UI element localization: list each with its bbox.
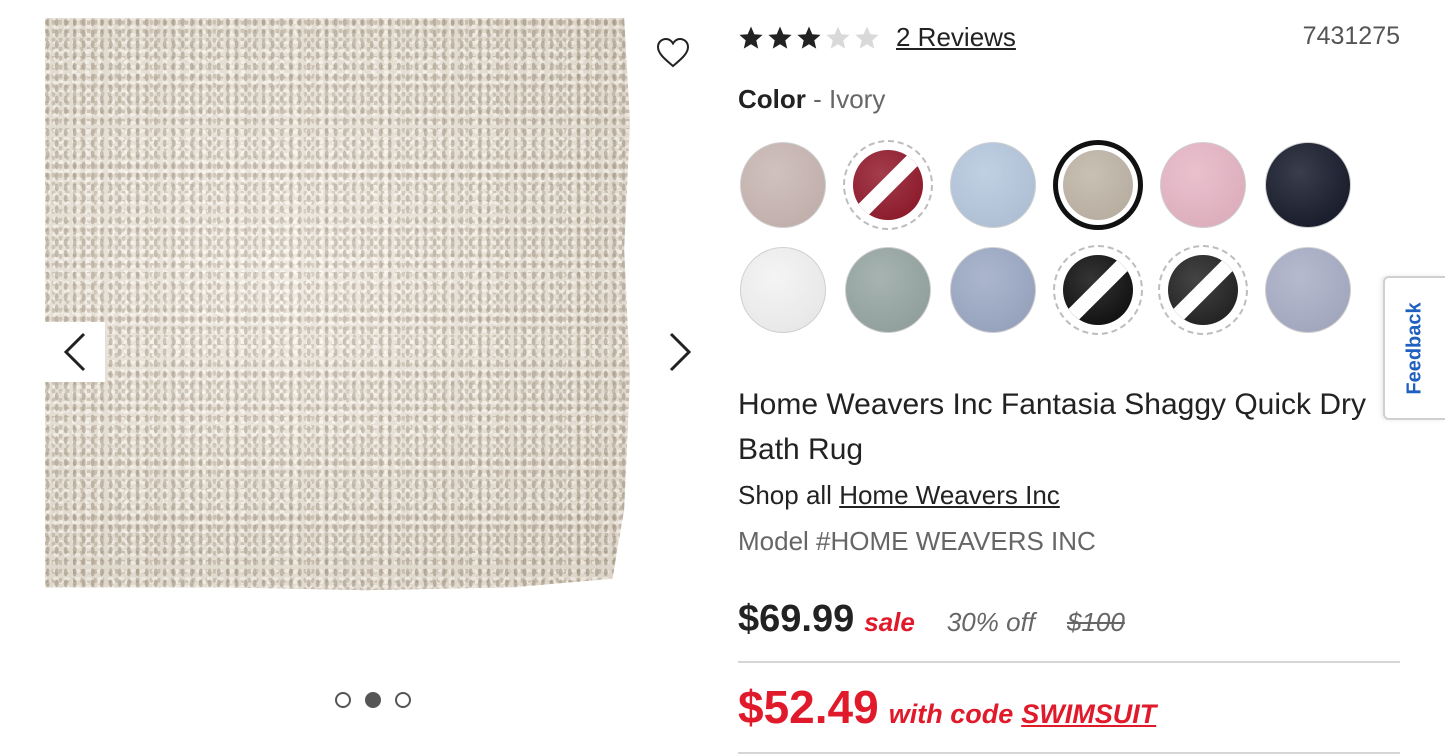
color-swatch[interactable] <box>1053 245 1143 335</box>
sale-label: sale <box>864 607 915 637</box>
feedback-tab[interactable]: Feedback <box>1383 276 1445 420</box>
swatch-color-fill <box>1063 150 1133 220</box>
product-title-container: Home Weavers Inc Fantasia Shaggy Quick D… <box>738 382 1398 474</box>
previous-image-button[interactable] <box>45 322 105 382</box>
divider <box>738 752 1400 754</box>
swatch-color-fill <box>950 247 1036 333</box>
feedback-label: Feedback <box>1403 301 1426 395</box>
color-swatch[interactable] <box>948 140 1038 230</box>
shop-all-brand: Shop all Home Weavers Inc <box>738 480 1060 511</box>
swatch-color-fill <box>1160 142 1246 228</box>
product-title: Home Weavers Inc Fantasia Shaggy Quick D… <box>738 388 1367 466</box>
color-label: Color <box>738 84 806 114</box>
color-swatch[interactable] <box>1263 245 1353 335</box>
pagination-dot[interactable] <box>335 692 351 708</box>
star-filled-icon <box>797 26 821 49</box>
discount-label: 30% off <box>946 607 1036 637</box>
brand-link[interactable]: Home Weavers Inc <box>839 480 1060 510</box>
product-info-panel: 2 Reviews 7431275 Color - Ivory Home Wea… <box>738 0 1400 755</box>
next-image-button[interactable] <box>650 322 710 382</box>
product-sku: 7431275 <box>1302 22 1400 50</box>
promo-text: with code <box>888 699 1014 729</box>
swatch-color-fill <box>950 142 1036 228</box>
pagination-dot-active[interactable] <box>365 692 381 708</box>
swatch-color-fill <box>845 247 931 333</box>
original-price: $100 <box>1067 607 1125 637</box>
color-swatch[interactable] <box>1263 140 1353 230</box>
color-separator: - <box>805 84 829 114</box>
color-swatch[interactable] <box>1053 140 1143 230</box>
favorite-button[interactable] <box>654 34 692 72</box>
promo-code-link[interactable]: SWIMSUIT <box>1021 699 1156 730</box>
swatch-color-fill <box>740 142 826 228</box>
divider <box>738 661 1400 663</box>
swatch-color-fill <box>740 247 826 333</box>
swatch-color-fill <box>853 150 923 220</box>
chevron-left-icon <box>63 332 86 372</box>
sale-price: $69.99 <box>738 598 855 640</box>
product-image-gallery <box>0 0 720 755</box>
color-swatch[interactable] <box>1158 245 1248 335</box>
star-rating <box>738 25 880 51</box>
color-selection-label: Color - Ivory <box>738 84 885 115</box>
promo-price: $52.49 <box>738 681 879 733</box>
color-swatch[interactable] <box>948 245 1038 335</box>
star-empty-icon <box>826 26 850 49</box>
model-number: Model #HOME WEAVERS INC <box>738 526 1096 556</box>
swatch-color-fill <box>1265 142 1351 228</box>
pagination-dot[interactable] <box>395 692 411 708</box>
swatch-color-fill <box>1265 247 1351 333</box>
heart-icon <box>656 37 690 68</box>
color-swatch[interactable] <box>843 245 933 335</box>
color-swatch-list <box>738 140 1378 335</box>
color-swatch[interactable] <box>843 140 933 230</box>
star-empty-icon <box>855 26 879 49</box>
swatch-color-fill <box>1168 255 1238 325</box>
promo-price-row: $52.49 with code SWIMSUIT <box>738 680 1156 734</box>
shop-all-prefix: Shop all <box>738 480 840 510</box>
color-swatch[interactable] <box>738 245 828 335</box>
chevron-right-icon <box>669 332 692 372</box>
selected-color-name: Ivory <box>829 84 886 114</box>
color-swatch[interactable] <box>1158 140 1248 230</box>
rating-row: 2 Reviews <box>738 22 1016 53</box>
image-pagination <box>335 692 411 708</box>
star-filled-icon <box>739 26 763 49</box>
color-swatch[interactable] <box>738 140 828 230</box>
price-row: $69.99 sale 30% off $100 <box>738 598 1125 641</box>
swatch-color-fill <box>1063 255 1133 325</box>
product-image[interactable] <box>45 18 630 591</box>
reviews-link[interactable]: 2 Reviews <box>896 22 1016 53</box>
star-filled-icon <box>768 26 792 49</box>
